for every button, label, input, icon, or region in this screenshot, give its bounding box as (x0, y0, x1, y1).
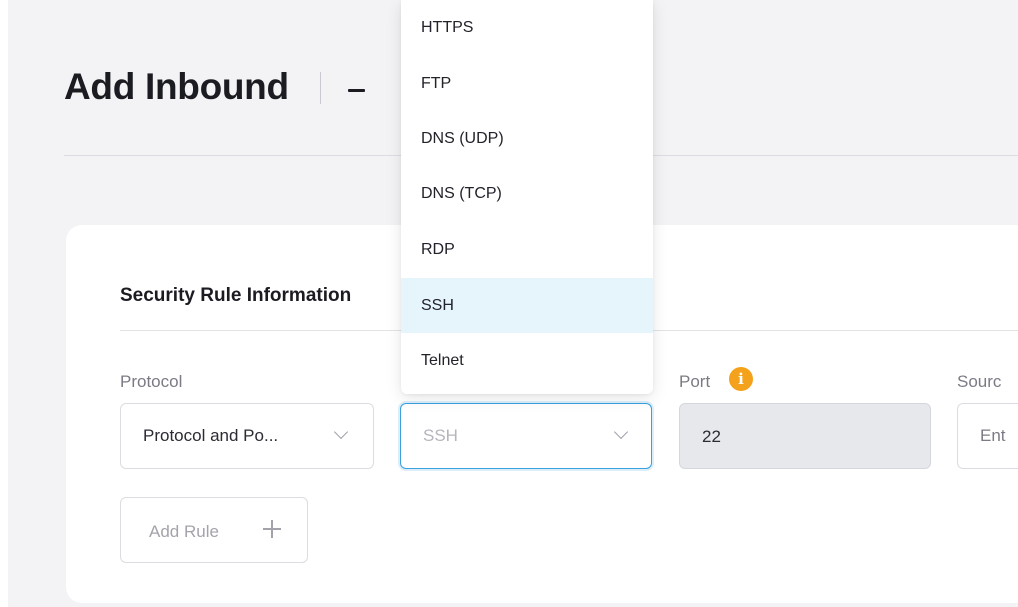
title-divider (320, 72, 321, 104)
port-input-value: 22 (702, 427, 721, 446)
port-label: Port (679, 372, 711, 391)
chevron-down-icon (336, 430, 348, 442)
dropdown-option-dns-udp[interactable]: DNS (UDP) (401, 111, 653, 166)
source-input[interactable]: Ent (957, 403, 1018, 469)
source-input-placeholder: Ent (980, 426, 1006, 445)
source-label: Sourc (957, 372, 1002, 391)
add-rule-label: Add Rule (149, 522, 219, 541)
section-title: Security Rule Information (120, 285, 352, 306)
add-rule-button[interactable]: Add Rule (120, 497, 308, 563)
info-icon[interactable]: i (729, 367, 753, 391)
dropdown-option-https[interactable]: HTTPS (401, 0, 653, 55)
port-input[interactable]: 22 (679, 403, 931, 469)
dropdown-option-rdp[interactable]: RDP (401, 222, 653, 277)
dropdown-option-dns-tcp[interactable]: DNS (TCP) (401, 166, 653, 221)
service-dropdown-menu: HTTPS FTP DNS (UDP) DNS (TCP) RDP SSH Te… (401, 0, 653, 394)
dropdown-option-telnet[interactable]: Telnet (401, 333, 653, 388)
collapse-icon[interactable] (348, 89, 365, 92)
page-title: Add Inbound (64, 66, 289, 107)
left-edge (0, 0, 8, 607)
plus-icon (263, 520, 281, 538)
page: Add Inbound Security Rule Information Pr… (0, 0, 1018, 607)
protocol-label: Protocol (120, 372, 183, 391)
protocol-select-value: Protocol and Po... (143, 426, 279, 445)
service-select-value: SSH (423, 426, 458, 445)
dropdown-option-ftp[interactable]: FTP (401, 56, 653, 111)
dropdown-option-ssh[interactable]: SSH (401, 278, 653, 333)
chevron-down-icon (616, 430, 628, 442)
service-select[interactable]: SSH (400, 403, 652, 469)
